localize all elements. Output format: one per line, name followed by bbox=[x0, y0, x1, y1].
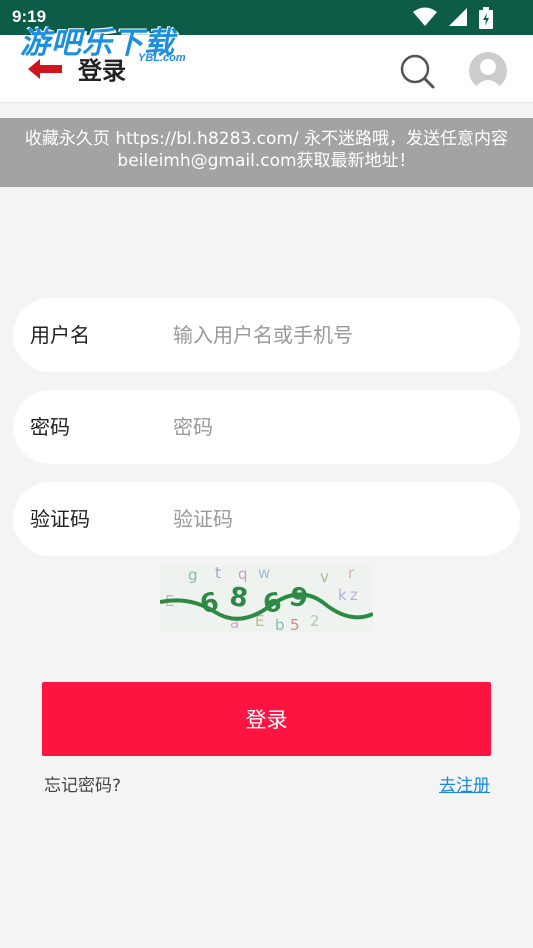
captcha-label: 验证码 bbox=[30, 507, 90, 531]
svg-text:b: b bbox=[275, 616, 285, 632]
captcha-char-3: 6 bbox=[261, 587, 284, 620]
svg-text:2: 2 bbox=[310, 612, 320, 630]
status-icons bbox=[407, 7, 493, 29]
captcha-char-4: 9 bbox=[287, 582, 311, 615]
svg-text:5: 5 bbox=[290, 616, 300, 632]
svg-text:z: z bbox=[350, 586, 358, 604]
username-label: 用户名 bbox=[30, 323, 90, 347]
password-row: 密码 bbox=[13, 390, 520, 464]
svg-text:r: r bbox=[348, 566, 355, 582]
svg-text:v: v bbox=[320, 568, 329, 586]
username-input[interactable] bbox=[173, 316, 493, 354]
captcha-char-1: 6 bbox=[197, 587, 222, 620]
password-label: 密码 bbox=[30, 415, 70, 439]
username-row: 用户名 bbox=[13, 298, 520, 372]
login-button[interactable]: 登录 bbox=[42, 682, 491, 756]
svg-text:k: k bbox=[338, 586, 347, 604]
forgot-password-link[interactable]: 忘记密码? bbox=[44, 771, 121, 796]
password-input[interactable] bbox=[173, 408, 493, 446]
svg-text:t: t bbox=[215, 566, 221, 582]
user-avatar-icon[interactable] bbox=[469, 52, 507, 90]
register-link[interactable]: 去注册 bbox=[439, 771, 490, 796]
battery-charging-icon bbox=[479, 7, 493, 29]
watermark-sub: YBL.com bbox=[138, 52, 186, 64]
notice-banner: 收藏永久页 https://bl.h8283.com/ 永不迷路哦，发送任意内容… bbox=[0, 118, 533, 187]
captcha-char-2: 8 bbox=[228, 582, 250, 614]
svg-text:q: q bbox=[238, 566, 248, 583]
svg-text:w: w bbox=[258, 566, 270, 582]
captcha-input[interactable] bbox=[173, 500, 493, 538]
svg-text:g: g bbox=[188, 566, 198, 584]
watermark-logo: 游吧乐下载 YBL.com bbox=[20, 18, 195, 66]
captcha-row: 验证码 bbox=[13, 482, 520, 556]
cell-signal-icon bbox=[448, 8, 467, 26]
wifi-icon bbox=[412, 7, 437, 26]
captcha-graphic: g t q w v r k z E 5 2 E a b 6 8 6 9 bbox=[160, 566, 373, 632]
captcha-image[interactable]: g t q w v r k z E 5 2 E a b 6 8 6 9 bbox=[160, 566, 373, 632]
search-icon[interactable] bbox=[398, 52, 436, 90]
